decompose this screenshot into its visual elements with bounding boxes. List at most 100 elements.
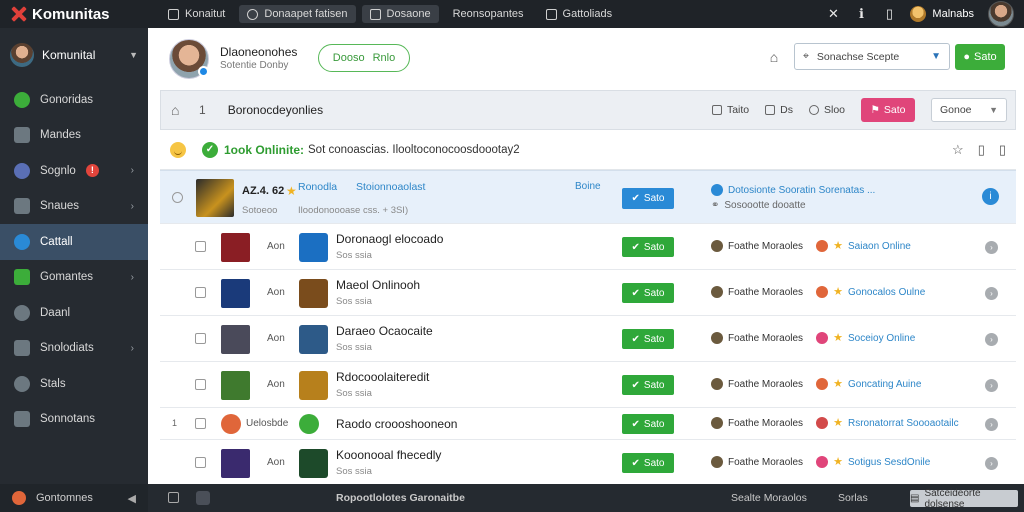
- copy-icon: [765, 105, 776, 115]
- check-icon: ✔: [631, 418, 640, 430]
- top-tab-label: Donaapet fatisen: [264, 8, 348, 20]
- table-row[interactable]: Aon Maeol Onlinooh Sos ssia ✔ Sato Foathe Mor…: [160, 270, 1016, 316]
- people-icon: [14, 269, 30, 286]
- sidebar-item-5[interactable]: Gomantes ›: [0, 260, 148, 296]
- info-icon[interactable]: ℹ: [854, 7, 868, 21]
- row-action-button[interactable]: ✔ Sato: [622, 237, 674, 257]
- info-icon[interactable]: i: [982, 188, 999, 205]
- follow-button[interactable]: Dooso Rnlo: [318, 44, 410, 72]
- sidebar-item-0[interactable]: Gonoridas: [0, 82, 148, 118]
- top-tab-3[interactable]: Dosaone: [361, 5, 439, 23]
- filter-icon: [808, 105, 819, 115]
- row-action-button[interactable]: ✔ Sato: [622, 329, 674, 349]
- sidebar-item-2[interactable]: Sognlo! ›: [0, 153, 148, 189]
- featured-row[interactable]: AZ.4. 62 ★ Ronodla Stoionnoaolast Sotoeo…: [160, 170, 1016, 224]
- status-avatar-icon: [711, 456, 723, 468]
- table-row[interactable]: 1 Uelosbde Raodo croooshooneon ✔ Sato Foathe …: [160, 408, 1016, 440]
- sidebar-item-label: Cattall: [40, 235, 73, 248]
- featured-action-button[interactable]: ✔ Sato: [622, 188, 674, 209]
- brand[interactable]: Komunitas: [0, 6, 150, 23]
- row-checkbox[interactable]: [195, 379, 206, 390]
- document-icon[interactable]: ▯: [999, 142, 1006, 158]
- toolbar-action-1[interactable]: Taito: [711, 104, 749, 116]
- more-icon[interactable]: ›: [985, 241, 998, 254]
- bottom-badge[interactable]: ▤ Satceideorte dolsense: [910, 488, 1018, 510]
- status-avatar-icon: [711, 240, 723, 252]
- notification-icon[interactable]: ⌂: [765, 49, 783, 67]
- collapse-icon[interactable]: ◀: [128, 492, 136, 505]
- bottom-checkbox[interactable]: [168, 492, 179, 503]
- sidebar-item-7[interactable]: Snolodiats ›: [0, 331, 148, 367]
- sidebar-item-1[interactable]: Mandes: [0, 118, 148, 154]
- toolbar-action-3[interactable]: Sloo: [808, 104, 845, 116]
- search-select[interactable]: ⌖ Sonachse Scepte ▼: [794, 43, 950, 70]
- row-status-label: Foathe Moraoles: [728, 456, 804, 468]
- more-icon[interactable]: ›: [985, 418, 998, 431]
- top-tab-4[interactable]: Reonsopantes: [445, 5, 532, 23]
- square-icon: [545, 8, 557, 20]
- row-online: ★ Soceioy Online: [816, 332, 915, 344]
- document-icon: ▤: [910, 493, 920, 504]
- bottom-status: Sealte Moraolos: [731, 492, 807, 504]
- row-checkbox[interactable]: [195, 333, 206, 344]
- toolbar-action-2[interactable]: Ds: [765, 104, 793, 116]
- sidebar-footer-label: Gontomnes: [36, 492, 93, 504]
- more-icon[interactable]: ›: [985, 457, 998, 470]
- toolbar-actions: Taito Ds Sloo ⚑ Sato Gonoe ▼: [711, 98, 1015, 122]
- row-action-button[interactable]: ✔ Sato: [622, 375, 674, 395]
- table-row[interactable]: Aon Kooonooal fhecedly Sos ssia ✔ Sato Foathe…: [160, 440, 1016, 486]
- table-row[interactable]: Aon Daraeo Ocaocaite Sos ssia ✔ Sato Foathe M…: [160, 316, 1016, 362]
- item-list: AZ.4. 62 ★ Ronodla Stoionnoaolast Sotoeo…: [160, 170, 1016, 486]
- row-checkbox[interactable]: [195, 241, 206, 252]
- toolbar-select[interactable]: Gonoe ▼: [931, 98, 1007, 122]
- sidebar-footer[interactable]: Gontomnes ◀: [0, 484, 148, 512]
- sidebar-item-4[interactable]: Cattall: [0, 224, 148, 260]
- row-button-label: Sato: [643, 287, 665, 299]
- table-row[interactable]: Aon Doronaogl elocoado Sos ssia ✔ Sato Foathe…: [160, 224, 1016, 270]
- sidebar-item-label: Stals: [40, 377, 66, 390]
- profile-avatar[interactable]: [169, 39, 209, 79]
- more-icon[interactable]: ›: [985, 333, 998, 346]
- top-nav: Konaitut Donaapet fatisen Dosaone Reonso…: [160, 5, 620, 23]
- star-icon[interactable]: ☆: [952, 142, 964, 158]
- row-small-label: Aon: [267, 379, 285, 390]
- bookmark-icon[interactable]: ▯: [978, 142, 985, 158]
- row-number: 1: [172, 418, 178, 428]
- row-action-button[interactable]: ✔ Sato: [622, 283, 674, 303]
- sidebar-item-8[interactable]: Stals: [0, 366, 148, 402]
- sidebar-item-label: Mandes: [40, 129, 81, 142]
- sidebar-item-6[interactable]: Daanl: [0, 295, 148, 331]
- table-row[interactable]: Aon Rdocooolaiteredit Sos ssia ✔ Sato Foathe …: [160, 362, 1016, 408]
- row-action-button[interactable]: ✔ Sato: [622, 453, 674, 473]
- checkbox-icon: [168, 492, 179, 503]
- row-title: Kooonooal fhecedly: [336, 448, 442, 462]
- row-app-icon: [299, 370, 328, 400]
- avatar[interactable]: [988, 1, 1014, 27]
- sidebar-item-3[interactable]: Snaues ›: [0, 189, 148, 225]
- save-button[interactable]: ● Sato: [955, 44, 1005, 70]
- row-status-label: Foathe Moraoles: [728, 332, 804, 344]
- home-icon[interactable]: ⌂: [171, 102, 187, 118]
- check-icon: ✔: [631, 457, 640, 469]
- puzzle-icon[interactable]: ✕: [826, 7, 840, 21]
- featured-thumbnail: [196, 179, 234, 217]
- row-checkbox[interactable]: [195, 287, 206, 298]
- top-user[interactable]: Malnabs: [910, 6, 974, 22]
- sidebar-item-9[interactable]: Sonnotans: [0, 402, 148, 438]
- row-online: ★ Goncating Auine: [816, 378, 921, 390]
- more-icon[interactable]: ›: [985, 379, 998, 392]
- top-tab-1[interactable]: Konaitut: [160, 5, 233, 23]
- row-checkbox[interactable]: [195, 418, 206, 429]
- sidebar-user[interactable]: Komunital ▼: [0, 28, 148, 82]
- row-checkbox[interactable]: [195, 457, 206, 468]
- row-thumbnail: [221, 414, 241, 434]
- row-status: Foathe Moraoles: [711, 286, 803, 298]
- top-tab-2[interactable]: Donaapet fatisen: [239, 5, 356, 23]
- row-radio[interactable]: [172, 192, 183, 203]
- status-avatar-icon: [711, 332, 723, 344]
- top-tab-5[interactable]: Gattoliads: [538, 5, 621, 23]
- more-icon[interactable]: ›: [985, 287, 998, 300]
- pink-action-button[interactable]: ⚑ Sato: [861, 98, 915, 122]
- row-action-button[interactable]: ✔ Sato: [622, 414, 674, 434]
- document-icon[interactable]: ▯: [882, 7, 896, 21]
